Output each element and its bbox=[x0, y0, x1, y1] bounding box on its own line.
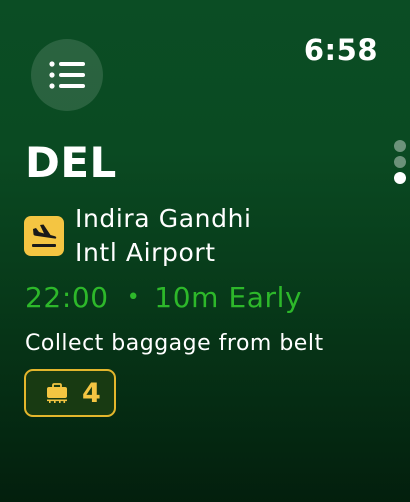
status-time: 6:58 bbox=[303, 33, 378, 67]
list-icon bbox=[49, 61, 85, 89]
page-dot bbox=[394, 140, 406, 152]
page-dot bbox=[394, 156, 406, 168]
arrival-time: 22:00 bbox=[25, 281, 109, 314]
baggage-belt-badge[interactable]: 4 bbox=[24, 369, 116, 417]
arrival-status: 10m Early bbox=[154, 281, 303, 314]
airport-name-line2: Intl Airport bbox=[75, 238, 216, 267]
watch-screen: 6:58 DEL Indira Gandhi Intl Airport 22:0… bbox=[0, 0, 410, 502]
status-separator: • bbox=[126, 285, 141, 310]
airport-name: Indira Gandhi Intl Airport bbox=[75, 202, 252, 270]
baggage-belt-number: 4 bbox=[82, 377, 101, 409]
menu-button[interactable] bbox=[31, 39, 103, 111]
airport-code: DEL bbox=[25, 138, 117, 187]
baggage-instruction: Collect baggage from belt bbox=[25, 331, 324, 356]
page-dot-active bbox=[394, 172, 406, 184]
page-indicator[interactable] bbox=[393, 140, 407, 188]
plane-arrival-icon bbox=[24, 216, 64, 256]
arrival-status-row: 22:00 • 10m Early bbox=[25, 281, 302, 314]
luggage-icon bbox=[47, 383, 67, 403]
airport-name-line1: Indira Gandhi bbox=[75, 204, 252, 233]
